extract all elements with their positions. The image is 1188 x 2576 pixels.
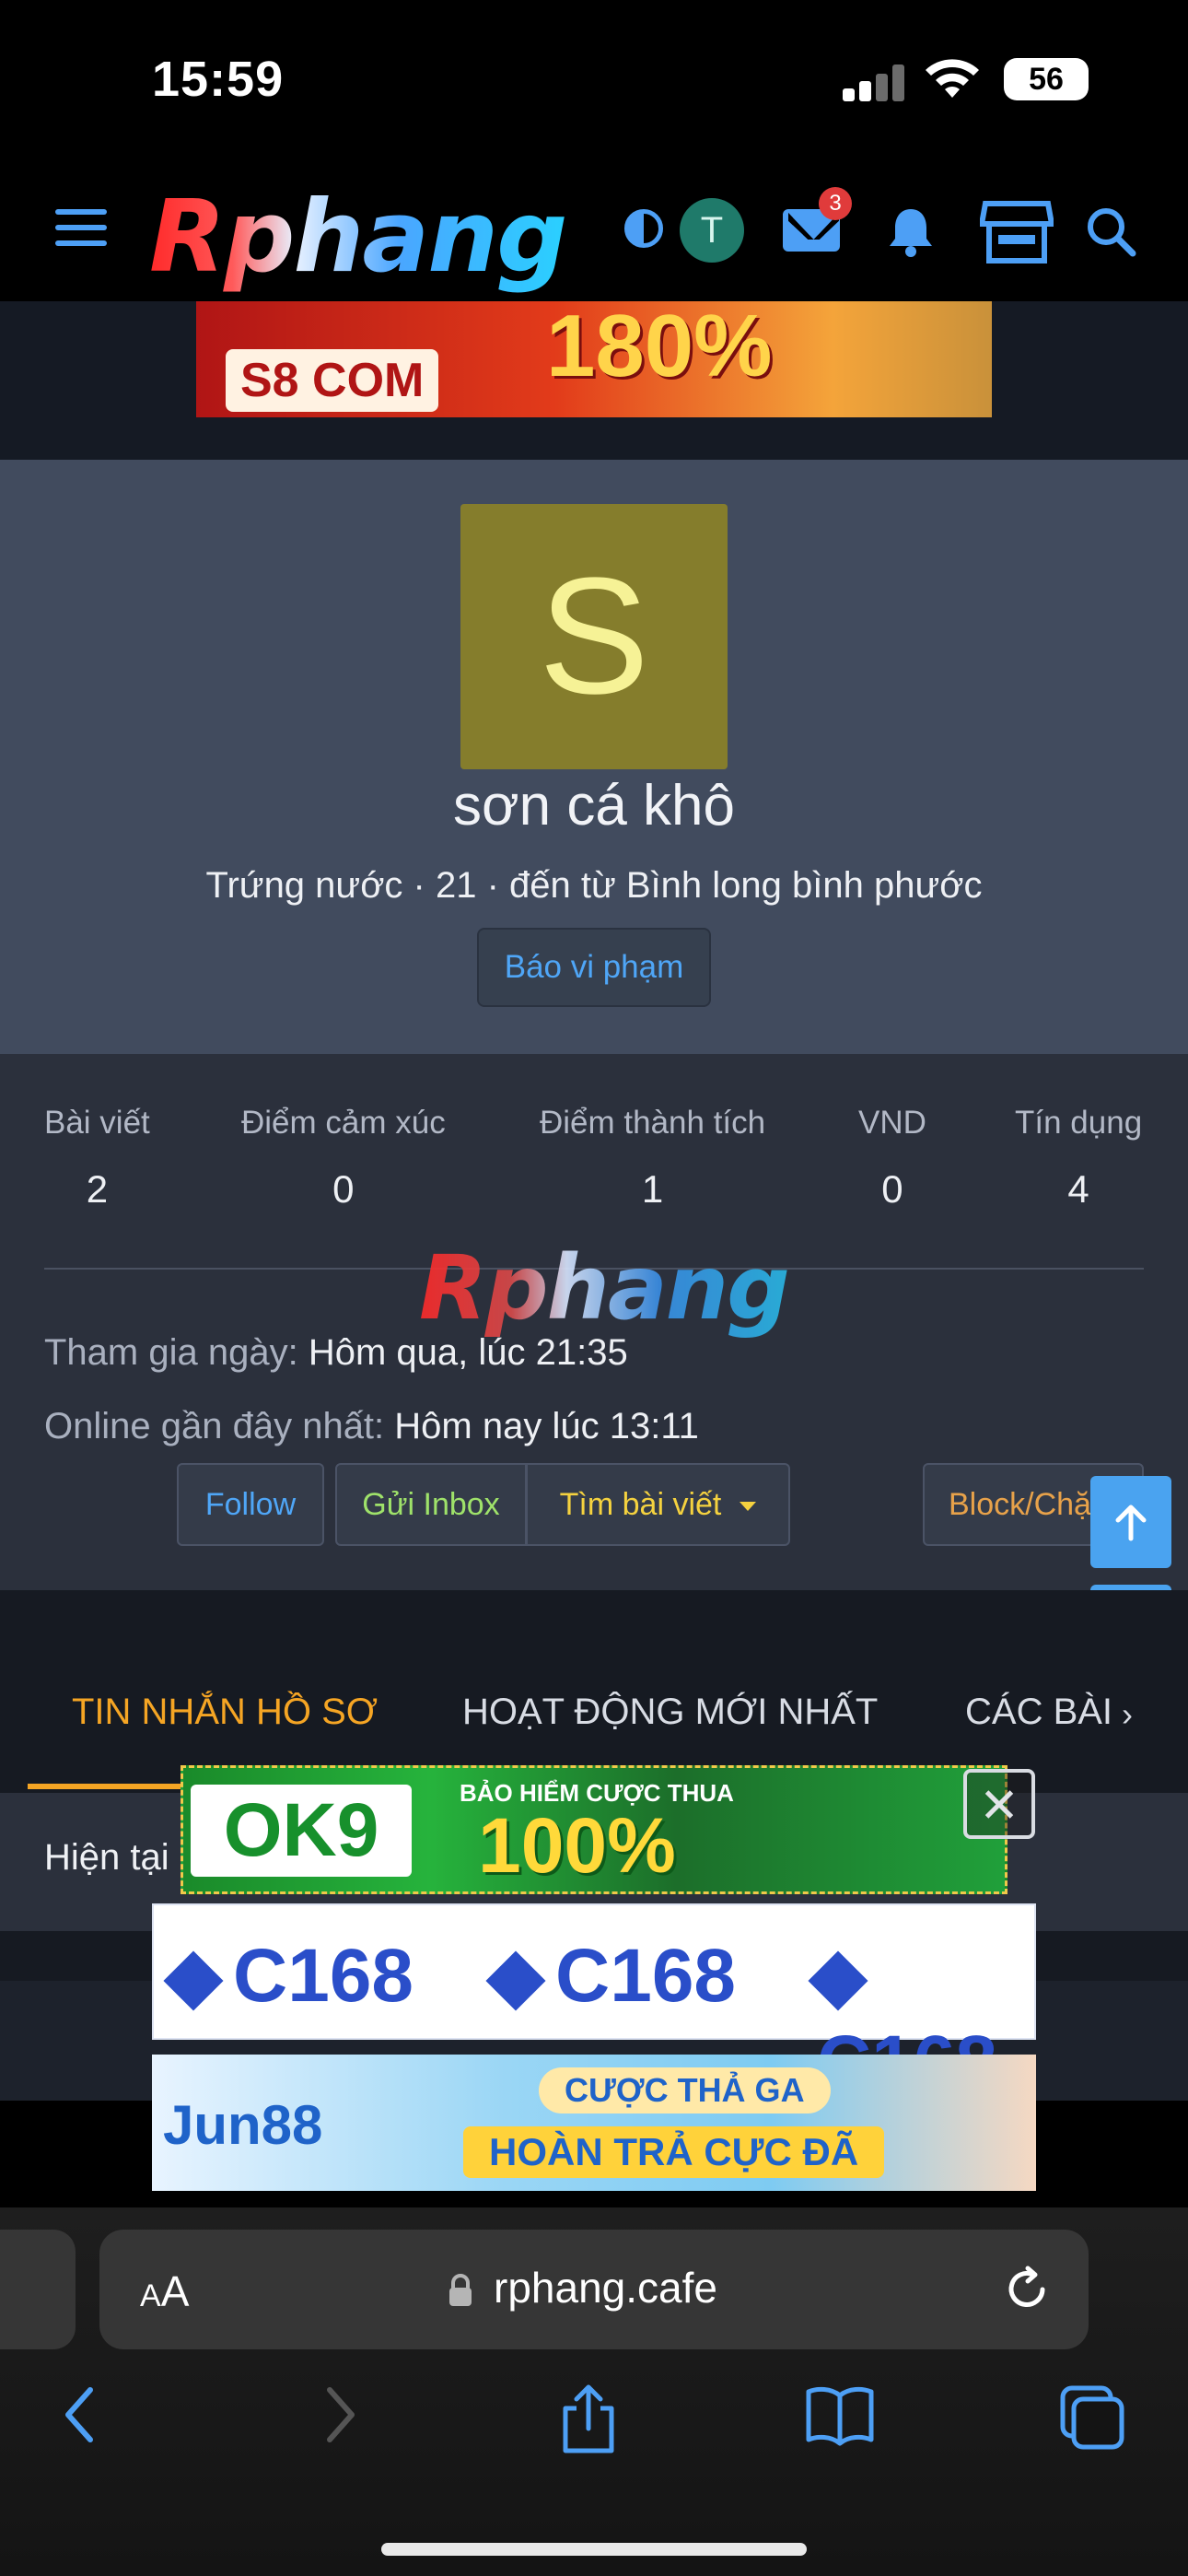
ok9-ad-promo: 100%	[478, 1802, 676, 1889]
status-time: 15:59	[152, 52, 285, 107]
cellular-signal-icon	[843, 64, 907, 101]
stat-label: Bài viết	[44, 1105, 150, 1141]
ok9-ad-banner[interactable]: OK9 BẢO HIỂM CƯỢC THUA 100%	[181, 1765, 1007, 1894]
joined-value: Hôm qua, lúc 21:35	[308, 1332, 628, 1373]
wifi-icon	[926, 59, 979, 98]
stat-vnd[interactable]: VND 0	[858, 1105, 926, 1212]
bell-icon[interactable]	[886, 205, 936, 257]
c168-diamond-icon	[163, 1950, 224, 2011]
caret-down-icon	[740, 1502, 757, 1512]
battery-nub	[1076, 71, 1081, 88]
follow-button[interactable]: Follow	[177, 1463, 324, 1546]
address-bar[interactable]: AA rphang.cafe	[99, 2230, 1089, 2349]
browser-nav-row	[0, 2383, 1188, 2493]
jun88-ad-headline: CƯỢC THẢ GA	[539, 2067, 831, 2113]
back-icon[interactable]	[57, 2383, 103, 2447]
reader-settings-button[interactable]: AA	[140, 2266, 189, 2316]
stat-reactions[interactable]: Điểm cảm xúc 0	[241, 1105, 446, 1212]
profile-meta: Trứng nước · 21 · đến từ Bình long bình …	[205, 865, 983, 906]
menu-icon[interactable]	[55, 209, 107, 246]
close-ad-icon[interactable]	[963, 1769, 1035, 1839]
tab-profile-posts[interactable]: TIN NHẮN HỒ SƠ	[72, 1692, 378, 1733]
bookmarks-icon[interactable]	[803, 2383, 877, 2447]
stat-achievements[interactable]: Điểm thành tích 1	[540, 1105, 765, 1212]
site-logo[interactable]: Rphang	[149, 180, 567, 295]
chevron-right-icon[interactable]: ›	[1122, 1695, 1133, 1734]
scroll-up-button[interactable]	[1090, 1476, 1171, 1568]
stat-credit[interactable]: Tín dụng 4	[1015, 1105, 1142, 1212]
inbox-badge: 3	[819, 187, 852, 220]
stat-label: VND	[858, 1105, 926, 1141]
c168-diamond-icon	[808, 1950, 868, 2011]
user-avatar[interactable]: T	[680, 198, 744, 263]
site-header: Rphang T 3	[0, 161, 1188, 301]
top-banner-area: S8 COM 180%	[0, 301, 1188, 460]
find-posts-label: Tìm bài viết	[559, 1487, 722, 1522]
c168-ad-unit: C168	[485, 1933, 737, 2020]
profile-avatar[interactable]: S	[460, 504, 728, 769]
stat-value: 2	[86, 1167, 109, 1211]
stat-posts[interactable]: Bài viết 2	[44, 1105, 150, 1212]
theme-toggle-icon[interactable]	[624, 209, 663, 248]
home-indicator	[381, 2543, 807, 2556]
stat-value: 4	[1067, 1167, 1089, 1211]
previous-tab-preview[interactable]	[0, 2230, 76, 2349]
shop-icon[interactable]	[980, 200, 1054, 264]
send-inbox-button[interactable]: Gửi Inbox	[335, 1463, 527, 1546]
profile-name: sơn cá khô	[452, 774, 736, 837]
status-bar: 15:59 56	[0, 0, 1188, 161]
c168-ad-banner[interactable]: C168 C168 C168	[152, 1903, 1036, 2104]
top-ad-promo: 180%	[546, 301, 773, 395]
last-seen-value: Hôm nay lúc 13:11	[394, 1406, 699, 1446]
top-ad-brand: S8 COM	[226, 349, 439, 412]
aa-small: A	[140, 2278, 161, 2313]
jun88-ad-banner[interactable]: Jun88 CƯỢC THẢ GA HOÀN TRẢ CỰC ĐÃ	[152, 2055, 1036, 2191]
find-posts-button[interactable]: Tìm bài viết	[527, 1463, 790, 1546]
profile-card: S sơn cá khô Trứng nước · 21 · đến từ Bì…	[0, 460, 1188, 1054]
last-seen-info: Online gần đây nhất: Hôm nay lúc 13:11	[44, 1406, 699, 1447]
tab-panel-text: Hiện tại	[44, 1837, 169, 1878]
tab-posts[interactable]: CÁC BÀI	[965, 1692, 1112, 1733]
stat-label: Tín dụng	[1015, 1105, 1143, 1141]
stat-label: Điểm thành tích	[540, 1105, 766, 1141]
tabs-icon[interactable]	[1057, 2383, 1127, 2453]
stat-value: 0	[332, 1167, 355, 1211]
jun88-ad-promo: HOÀN TRẢ CỰC ĐÃ	[463, 2126, 885, 2178]
watermark-logo: Rphang	[419, 1236, 790, 1340]
tab-latest-activity[interactable]: HOẠT ĐỘNG MỚI NHẤT	[462, 1692, 878, 1733]
report-button[interactable]: Báo vi phạm	[477, 928, 711, 1007]
jun88-ad-logo: Jun88	[163, 2094, 323, 2156]
stat-value: 0	[881, 1167, 903, 1211]
browser-toolbar: AA rphang.cafe	[0, 2207, 1188, 2576]
aa-large: A	[160, 2267, 190, 2315]
top-ad-banner[interactable]: S8 COM 180%	[196, 301, 992, 417]
share-icon[interactable]	[556, 2383, 621, 2456]
stat-value: 1	[641, 1167, 664, 1211]
last-seen-label: Online gần đây nhất:	[44, 1406, 385, 1446]
ok9-ad-logo: OK9	[191, 1785, 412, 1877]
c168-ad-text: C168	[233, 1934, 414, 2018]
forward-icon[interactable]	[317, 2383, 363, 2447]
search-icon[interactable]	[1085, 205, 1136, 257]
c168-ad-text: C168	[555, 1934, 737, 2018]
stat-label: Điểm cảm xúc	[241, 1105, 446, 1141]
stats-section: Bài viết 2 Điểm cảm xúc 0 Điểm thành tíc…	[0, 1054, 1188, 1677]
arrow-up-icon	[1115, 1505, 1147, 1541]
c168-ad-unit: C168	[163, 1933, 414, 2020]
c168-diamond-icon	[485, 1950, 546, 2011]
lock-icon	[449, 2274, 472, 2306]
joined-info: Tham gia ngày: Hôm qua, lúc 21:35	[44, 1332, 628, 1374]
url-text[interactable]: rphang.cafe	[494, 2263, 717, 2313]
joined-label: Tham gia ngày:	[44, 1332, 298, 1373]
reload-icon[interactable]	[1002, 2265, 1052, 2314]
